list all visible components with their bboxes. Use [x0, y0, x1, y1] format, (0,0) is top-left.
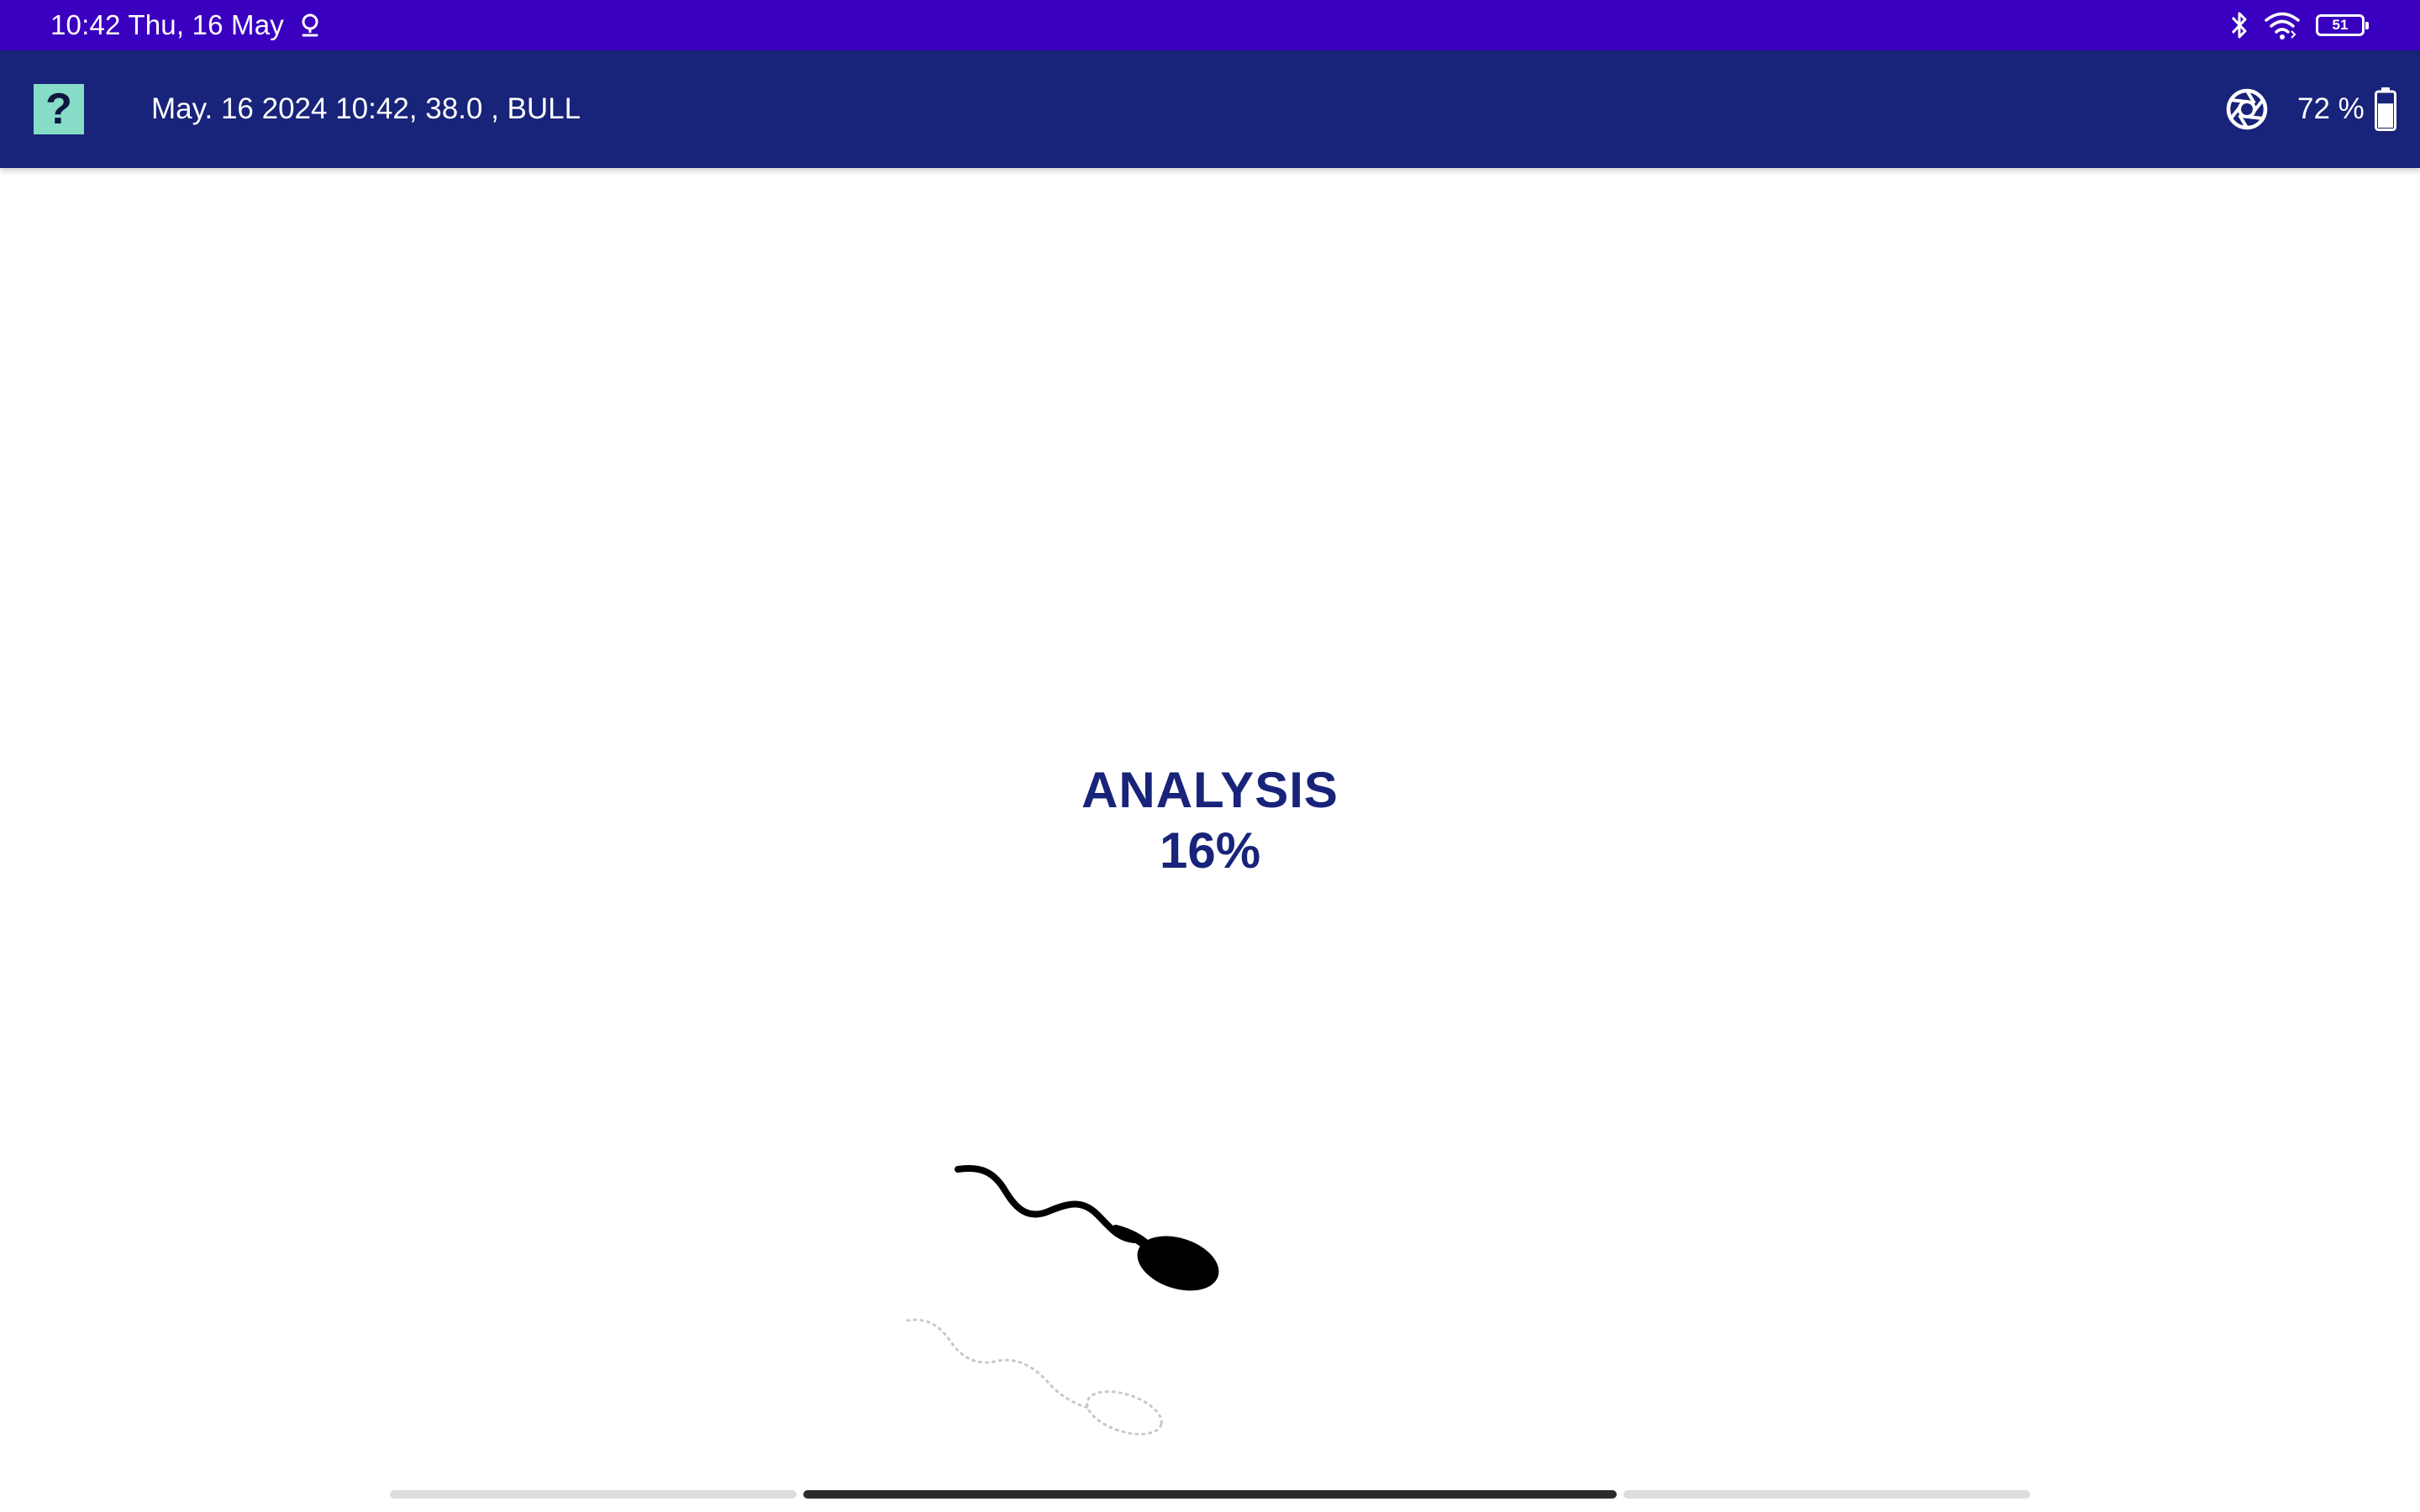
sperm-illustration [906, 1165, 1219, 1436]
page-indicator-previous[interactable] [390, 1490, 797, 1499]
device-battery-fill [2378, 103, 2393, 128]
session-info: May. 16 2024 10:42, 38.0 , BULL [151, 92, 581, 125]
battery-level-text: 51 [2332, 17, 2349, 33]
wifi-icon [2265, 12, 2300, 39]
status-time-date: 10:42 Thu, 16 May [50, 9, 284, 40]
location-icon [302, 13, 318, 37]
app-bar: ? May. 16 2024 10:42, 38.0 , BULL 72 % [0, 50, 2420, 168]
battery-icon: 51 [2316, 14, 2369, 36]
analysis-status: ANALYSIS 16% [958, 760, 1462, 881]
status-icons: 51 [2230, 8, 2369, 42]
page-indicator-current[interactable] [803, 1490, 1617, 1499]
device-battery-text: 72 % [2297, 92, 2365, 125]
aperture-icon[interactable] [2223, 86, 2270, 133]
help-button-label: ? [45, 85, 72, 134]
analysis-title: ANALYSIS [1081, 762, 1339, 818]
sperm-shadow [906, 1318, 1163, 1436]
battery-icon [2375, 87, 2396, 131]
page-indicator-next[interactable] [1623, 1490, 2030, 1499]
analysis-progress: 16% [1159, 822, 1261, 879]
sperm-cell [955, 1165, 1219, 1291]
bluetooth-icon [2231, 12, 2247, 39]
help-button[interactable]: ? [34, 84, 84, 134]
status-bar: 10:42 Thu, 16 May 51 [0, 0, 2420, 50]
